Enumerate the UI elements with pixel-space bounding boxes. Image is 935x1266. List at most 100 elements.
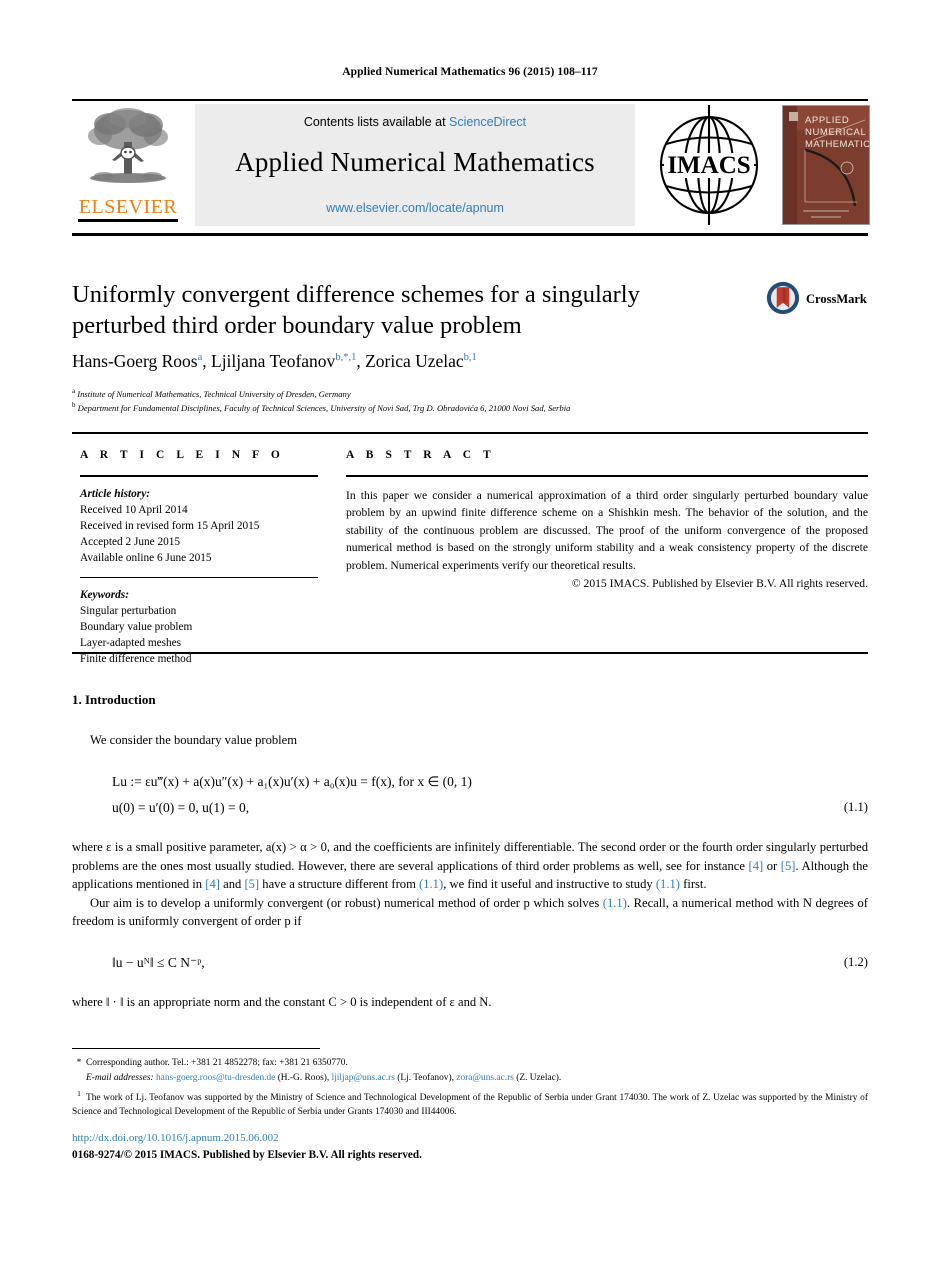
ref-link-eq11b[interactable]: (1.1): [656, 877, 680, 891]
cover-artwork: APPLIED NUMERICAL MATHEMATICS: [783, 106, 869, 224]
article-body: 1. Introduction We consider the boundary…: [72, 692, 868, 1011]
doi-link[interactable]: http://dx.doi.org/10.1016/j.apnum.2015.0…: [72, 1130, 868, 1147]
imacs-logo: IMACS: [650, 103, 768, 227]
contents-prefix: Contents lists available at: [303, 115, 446, 129]
para-aim-seg-1: Our aim is to develop a uniformly conver…: [90, 895, 603, 910]
equation-1-1: Lu := εu‴(x) + a(x)u″(x) + a₁(x)u′(x) + …: [72, 769, 868, 822]
footnote-grants-text: The work of Lj. Teofanov was supported b…: [72, 1092, 868, 1117]
footnote-emails: E-mail addresses: hans-goerg.roos@tu-dre…: [86, 1072, 562, 1083]
para-where-seg-6: , we find it useful and instructive to s…: [443, 877, 656, 892]
para-where-seg-2: or: [763, 858, 781, 873]
keyword-item-0: Singular perturbation: [80, 605, 177, 618]
svg-text:NUMERICAL: NUMERICAL: [805, 127, 866, 138]
equation-1-2-number: (1.2): [843, 954, 868, 969]
author-marks-1: a: [197, 352, 203, 364]
keywords-rule: [80, 576, 318, 579]
affiliation-b: b Department for Fundamental Disciplines…: [72, 400, 868, 414]
abstract-column: A B S T R A C T In this paper we conside…: [346, 449, 868, 590]
ref-link-eq11a[interactable]: (1.1): [419, 877, 443, 891]
equation-1-1-line-2: u(0) = u′(0) = 0, u(1) = 0,: [112, 799, 250, 815]
keyword-item-1: Boundary value problem: [80, 621, 193, 634]
affiliation-mark-b: b: [72, 401, 76, 410]
ref-link-4b[interactable]: [4]: [205, 877, 220, 891]
email-addresses-label: E-mail addresses:: [86, 1072, 154, 1083]
ref-link-5a[interactable]: [5]: [781, 859, 796, 873]
email-link-teofanov[interactable]: ljiljap@uns.ac.rs: [332, 1073, 395, 1083]
keywords-title: Keywords:: [80, 589, 129, 602]
equation-1-2-line: ‖u − uᴺ‖ ≤ C N⁻ᵖ,: [112, 954, 205, 970]
history-item-0: Received 10 April 2014: [80, 503, 188, 516]
ref-link-eq11c[interactable]: (1.1): [603, 896, 627, 910]
equation-1-2: ‖u − uᴺ‖ ≤ C N⁻ᵖ, (1.2): [72, 950, 868, 976]
email-link-uzelac[interactable]: zora@uns.ac.rs: [456, 1073, 514, 1083]
paper-page: Applied Numerical Mathematics 96 (2015) …: [0, 0, 935, 1266]
header-bottom-rule: [72, 233, 868, 236]
footnote-mark-asterisk: *: [76, 1058, 82, 1068]
author-list: Hans-Goerg Roosa, Ljiljana Teofanovb,*,1…: [72, 351, 477, 371]
author-name-2: Ljiljana Teofanov: [211, 351, 336, 371]
info-top-rule: [72, 432, 868, 434]
email-owner-teofanov: (Lj. Teofanov): [397, 1072, 452, 1083]
article-history-group: Article history: Received 10 April 2014 …: [80, 486, 318, 566]
paragraph-norm: where ‖ · ‖ is an appropriate norm and t…: [72, 994, 492, 1009]
keywords-group: Keywords: Singular perturbation Boundary…: [80, 587, 318, 667]
keyword-item-3: Finite difference method: [80, 653, 192, 666]
para-where-seg-7: first.: [680, 877, 707, 892]
title-line-1: Uniformly convergent difference schemes …: [72, 281, 640, 308]
svg-text:MATHEMATICS: MATHEMATICS: [805, 139, 869, 150]
history-item-1: Received in revised form 15 April 2015: [80, 519, 260, 532]
email-link-roos[interactable]: hans-goerg.roos@tu-dresden.de: [156, 1073, 275, 1083]
journal-banner: Contents lists available at ScienceDirec…: [195, 104, 635, 226]
crossmark-label: CrossMark: [806, 292, 867, 306]
running-head: Applied Numerical Mathematics 96 (2015) …: [342, 66, 598, 78]
title-line-2: perturbed third order boundary value pro…: [72, 311, 522, 339]
affiliation-mark-a: a: [72, 387, 76, 395]
crossmark-icon[interactable]: [766, 281, 800, 315]
author-marks-2: b,*,1: [335, 352, 357, 364]
elsevier-logo: ELSEVIER: [72, 104, 184, 226]
affiliations: a Institute of Numerical Mathematics, Te…: [72, 386, 868, 415]
bottom-block: http://dx.doi.org/10.1016/j.apnum.2015.0…: [72, 1130, 868, 1163]
elsevier-tree-icon: [88, 108, 168, 183]
keyword-item-2: Layer-adapted meshes: [80, 637, 182, 650]
footnote-mark-1: 1: [77, 1088, 81, 1098]
abstract-text: In this paper we consider a numerical ap…: [346, 488, 868, 573]
footnote-grants: 1 The work of Lj. Teofanov was supported …: [72, 1088, 868, 1120]
history-item-2: Accepted 2 June 2015: [80, 535, 181, 548]
affiliation-text-a: Institute of Numerical Mathematics, Tech…: [77, 388, 351, 399]
equation-1-1-number: (1.1): [843, 800, 868, 815]
equation-1-1-line-1: Lu := εu‴(x) + a(x)u″(x) + a₁(x)u′(x) + …: [112, 773, 472, 789]
para-where-seg-4: and: [219, 877, 245, 892]
footnote-rule: [72, 1048, 320, 1050]
svg-text:APPLIED: APPLIED: [805, 115, 849, 126]
author-name-1: Hans-Goerg Roos: [72, 351, 198, 371]
ref-link-4a[interactable]: [4]: [749, 859, 764, 873]
email-owner-uzelac: (Z. Uzelac): [516, 1072, 559, 1083]
footnote-corresponding-text: Corresponding author. Tel.: +381 21 4852…: [86, 1058, 348, 1068]
crossmark-badge[interactable]: CrossMark: [766, 281, 867, 321]
affiliation-a: a Institute of Numerical Mathematics, Te…: [72, 386, 868, 400]
journal-title: Applied Numerical Mathematics: [235, 147, 595, 177]
abstract-heading: A B S T R A C T: [346, 449, 496, 461]
section-title: Introduction: [85, 692, 156, 707]
author-marks-3: b,1: [463, 352, 477, 364]
abstract-copyright: © 2015 IMACS. Published by Elsevier B.V.…: [571, 576, 868, 590]
journal-header: ELSEVIER Contents lists available at Sci…: [72, 101, 870, 232]
footnotes: * Corresponding author. Tel.: +381 21 485…: [72, 1057, 868, 1121]
journal-cover-image: APPLIED NUMERICAL MATHEMATICS: [782, 105, 870, 225]
journal-url[interactable]: www.elsevier.com/locate/apnum: [195, 201, 635, 215]
article-history-title: Article history:: [80, 487, 150, 500]
para-where-seg-5: have a structure different from: [259, 877, 420, 892]
affiliation-text-b: Department for Fundamental Disciplines, …: [77, 403, 571, 414]
article-info-column: A R T I C L E I N F O Article history: R…: [80, 449, 318, 668]
sciencedirect-link[interactable]: ScienceDirect: [449, 115, 526, 129]
author-name-3: Zorica Uzelac: [365, 351, 464, 371]
ref-link-5b[interactable]: [5]: [244, 877, 259, 891]
paragraph-intro: We consider the boundary value problem: [90, 733, 298, 747]
email-owner-roos: (H.-G. Roos): [277, 1072, 327, 1083]
article-info-rule: [80, 475, 318, 477]
abstract-rule: [346, 475, 868, 477]
svg-text:IMACS: IMACS: [667, 152, 750, 179]
elsevier-underline: [78, 219, 178, 222]
contents-available-line: Contents lists available at ScienceDirec…: [195, 115, 635, 129]
